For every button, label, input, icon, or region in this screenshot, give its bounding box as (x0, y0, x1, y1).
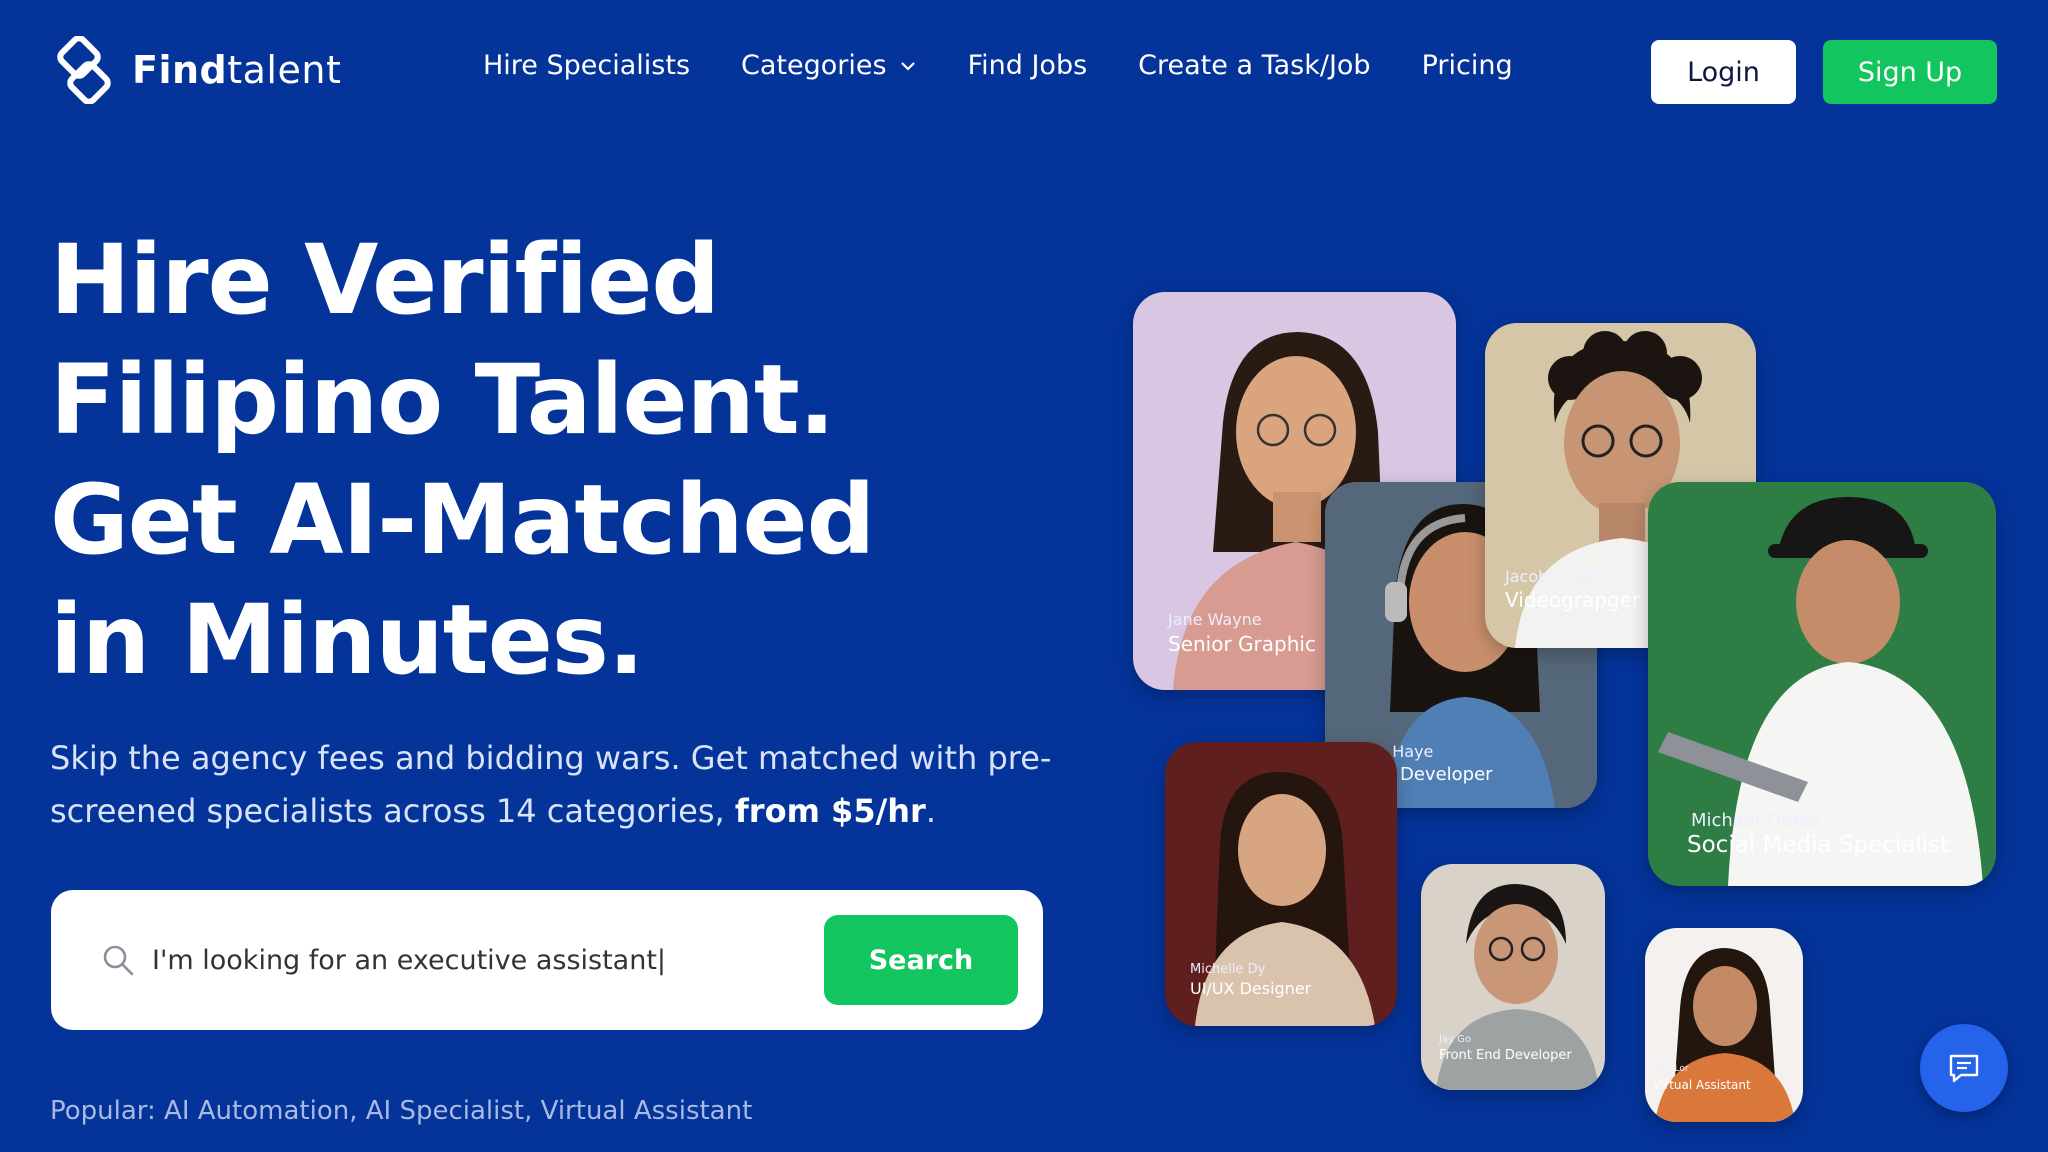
search-input[interactable] (152, 930, 752, 990)
talent-card[interactable]: Michael Flores Social Media Specialist (1648, 482, 1996, 886)
chat-button[interactable] (1920, 1024, 2008, 1112)
chat-icon (1949, 1054, 1979, 1083)
popular-searches: Popular: AI Automation, AI Specialist, V… (50, 1096, 753, 1126)
main-nav: Hire Specialists Categories Find Jobs Cr… (483, 50, 1513, 81)
talent-role: UI/UX Designer (1190, 979, 1312, 998)
nav-create-task[interactable]: Create a Task/Job (1138, 50, 1370, 81)
talent-name: Jay Go (1439, 1034, 1472, 1045)
brand-logo[interactable]: Findtalent (50, 36, 341, 104)
nav-hire-specialists[interactable]: Hire Specialists (483, 50, 690, 81)
headline-line-2: Filipino Talent. (50, 344, 835, 456)
talent-role: Front End Developer (1439, 1048, 1572, 1063)
talent-name: Jane Wayne (1168, 610, 1262, 629)
login-button[interactable]: Login (1651, 40, 1796, 104)
nav-pricing[interactable]: Pricing (1422, 50, 1513, 81)
talent-name: Michelle Dy (1190, 962, 1266, 977)
chevron-down-icon (900, 61, 915, 71)
talent-card[interactable]: May Lor Virtual Assistant (1645, 928, 1803, 1122)
logo-icon (57, 36, 111, 104)
search-button[interactable]: Search (824, 915, 1018, 1005)
talent-card[interactable]: Jay Go Front End Developer (1421, 864, 1605, 1090)
hero-headline: Hire Verified Filipino Talent. Get AI-Ma… (50, 220, 875, 700)
price-highlight: from $5/hr (734, 792, 926, 830)
talent-role: Developer (1400, 764, 1493, 785)
signup-button[interactable]: Sign Up (1823, 40, 1997, 104)
talent-card[interactable]: Michelle Dy UI/UX Designer (1165, 742, 1397, 1026)
talent-role: Virtual Assistant (1653, 1078, 1751, 1092)
nav-categories[interactable]: Categories (741, 50, 917, 81)
search-icon (103, 945, 134, 976)
search-bar: Search (51, 890, 1043, 1030)
nav-categories-label: Categories (741, 50, 887, 81)
nav-find-jobs[interactable]: Find Jobs (968, 50, 1088, 81)
talent-role: Social Media Specialist (1687, 832, 1950, 858)
portrait-image (1655, 948, 1795, 1122)
brand-name: Findtalent (132, 48, 342, 92)
headline-line-4: in Minutes. (50, 584, 644, 696)
talent-role: Senior Graphic (1168, 632, 1316, 656)
talent-role: Videograpger (1505, 588, 1641, 612)
headline-line-3: Get AI-Matched (50, 464, 875, 576)
headline-line-1: Hire Verified (50, 224, 720, 336)
talent-name: Michael Flores (1691, 810, 1820, 831)
hero-subtext: Skip the agency fees and bidding wars. G… (50, 739, 1052, 830)
talent-name: Jacob Smith (1505, 567, 1600, 586)
talent-name: May Lor (1653, 1064, 1689, 1074)
